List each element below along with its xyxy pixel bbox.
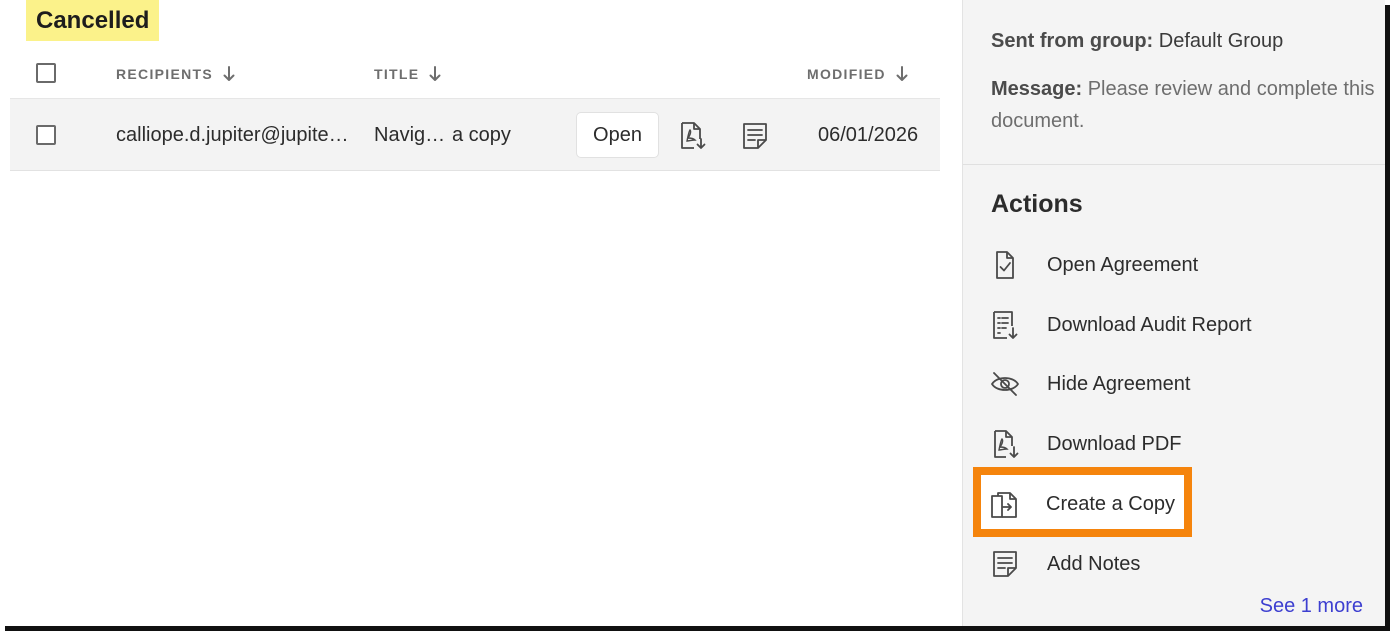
action-create-a-copy[interactable]: Create a Copy bbox=[980, 479, 1280, 529]
pdf-download-icon[interactable] bbox=[678, 121, 708, 151]
action-label: Download Audit Report bbox=[1047, 313, 1252, 336]
modified-date-cell: 06/01/2026 bbox=[818, 124, 919, 146]
message-line-1: Message: Please review and complete this bbox=[991, 73, 1375, 105]
column-modified[interactable]: MODIFIED bbox=[807, 50, 908, 98]
row-checkbox[interactable] bbox=[36, 125, 56, 145]
action-label: Open Agreement bbox=[1047, 253, 1199, 276]
action-download-pdf[interactable]: Download PDF bbox=[981, 419, 1281, 469]
title-cell-start: Navig… bbox=[374, 124, 446, 146]
notes-icon[interactable] bbox=[740, 121, 770, 151]
action-label: Add Notes bbox=[1047, 552, 1141, 575]
message-line-2: document. bbox=[991, 110, 1085, 132]
actions-heading: Actions bbox=[991, 190, 1083, 218]
action-open-agreement[interactable]: Open Agreement bbox=[981, 240, 1281, 290]
column-recipients[interactable]: RECIPIENTS bbox=[116, 50, 235, 98]
action-label: Hide Agreement bbox=[1047, 372, 1191, 395]
audit-report-download-icon bbox=[993, 311, 1018, 339]
action-hide-agreement[interactable]: Hide Agreement bbox=[981, 359, 1281, 409]
title-cell-end: a copy bbox=[452, 124, 511, 146]
sent-from-group: Sent from group: Default Group bbox=[991, 25, 1283, 57]
sort-arrow-down-icon bbox=[223, 66, 235, 81]
table-row[interactable]: calliope.d.jupiter@jupite… Navig… a copy… bbox=[10, 98, 940, 171]
status-heading: Cancelled bbox=[26, 0, 160, 41]
open-button[interactable]: Open bbox=[576, 112, 659, 158]
sort-arrow-down-icon bbox=[896, 66, 908, 81]
panel-divider bbox=[963, 164, 1385, 165]
agreement-details-panel: Sent from group: Default Group Message: … bbox=[962, 0, 1385, 626]
sent-from-label: Sent from group: bbox=[991, 30, 1154, 52]
select-all-checkbox[interactable] bbox=[36, 63, 56, 83]
column-title[interactable]: TITLE bbox=[374, 50, 441, 98]
document-check-icon bbox=[996, 251, 1014, 279]
column-title-label: TITLE bbox=[374, 66, 420, 82]
action-download-audit-report[interactable]: Download Audit Report bbox=[981, 300, 1281, 350]
sort-arrow-down-icon bbox=[429, 66, 441, 81]
sent-from-value: Default Group bbox=[1158, 30, 1284, 52]
action-add-notes[interactable]: Add Notes bbox=[981, 539, 1281, 589]
copy-document-icon bbox=[991, 492, 1017, 518]
notes-icon bbox=[993, 551, 1017, 577]
message-label: Message: bbox=[991, 78, 1083, 100]
message-value: Please review and complete this bbox=[1087, 78, 1375, 100]
action-label: Download PDF bbox=[1047, 432, 1182, 455]
pdf-download-icon bbox=[994, 430, 1019, 458]
table-header: RECIPIENTS TITLE MODIFIED bbox=[10, 50, 940, 98]
action-label: Create a Copy bbox=[1046, 492, 1175, 515]
column-recipients-label: RECIPIENTS bbox=[116, 66, 214, 82]
column-modified-label: MODIFIED bbox=[807, 66, 886, 82]
eye-hidden-icon bbox=[991, 372, 1019, 396]
agreement-manager-window: Cancelled RECIPIENTS TITLE MODIFIED call… bbox=[0, 0, 1385, 626]
recipient-cell: calliope.d.jupiter@jupite… bbox=[116, 124, 349, 146]
see-more-link[interactable]: See 1 more bbox=[1260, 595, 1363, 618]
